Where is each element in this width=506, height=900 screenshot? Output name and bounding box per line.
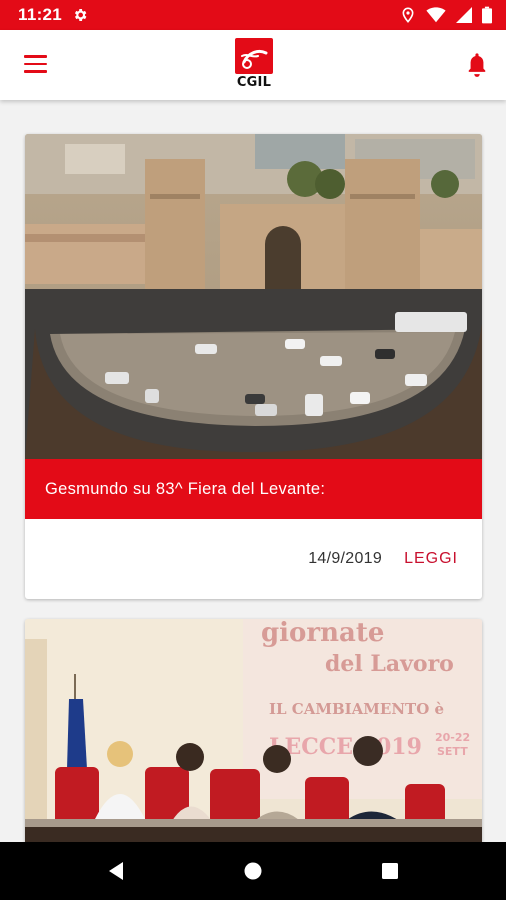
news-card[interactable]: giornate del Lavoro IL CAMBIAMENTO è LEC… [25,619,482,842]
signal-icon [456,7,472,23]
home-icon[interactable] [242,860,264,882]
system-nav-bar [0,842,506,900]
status-bar: 11:21 [0,0,506,30]
battery-icon [482,6,492,24]
status-time: 11:21 [18,5,63,24]
news-card[interactable]: Gesmundo su 83^ Fiera del Levante: 14/9/… [25,134,482,599]
article-date: 14/9/2019 [308,550,383,567]
bell-icon[interactable] [466,52,488,78]
banner-text-lavoro: del Lavoro [325,651,454,677]
hamburger-menu-icon[interactable] [24,55,47,73]
banner-text-dates: 20-22 [435,731,470,744]
recents-icon[interactable] [379,860,401,882]
cgil-logo-swirl-icon [241,49,268,69]
logo-text: CGIL [236,75,272,90]
article-image[interactable]: giornate del Lavoro IL CAMBIAMENTO è LEC… [25,619,482,842]
status-icons [400,6,492,24]
banner-text-cambiamento: IL CAMBIAMENTO è [269,700,444,718]
read-more-link[interactable]: LEGGI [404,550,458,568]
banner-text-month: SETT [437,745,468,758]
conference-photo: giornate del Lavoro IL CAMBIAMENTO è LEC… [25,619,482,842]
cgil-logo-mark [235,38,273,74]
article-image[interactable] [25,134,482,459]
settings-gear-icon [74,9,87,21]
cgil-logo: CGIL [234,38,274,92]
card-footer: 14/9/2019 LEGGI [25,519,482,599]
banner-text-lecce: LECCE 2019 [269,734,422,760]
banner-text-giornate: giornate [261,619,384,648]
app-bar: CGIL [0,30,506,100]
back-icon[interactable] [105,860,127,882]
article-title[interactable]: Gesmundo su 83^ Fiera del Levante: [25,459,482,519]
aerial-photo [25,134,482,459]
news-feed[interactable]: Gesmundo su 83^ Fiera del Levante: 14/9/… [0,100,506,842]
location-icon [402,7,414,23]
wifi-icon [426,7,446,23]
